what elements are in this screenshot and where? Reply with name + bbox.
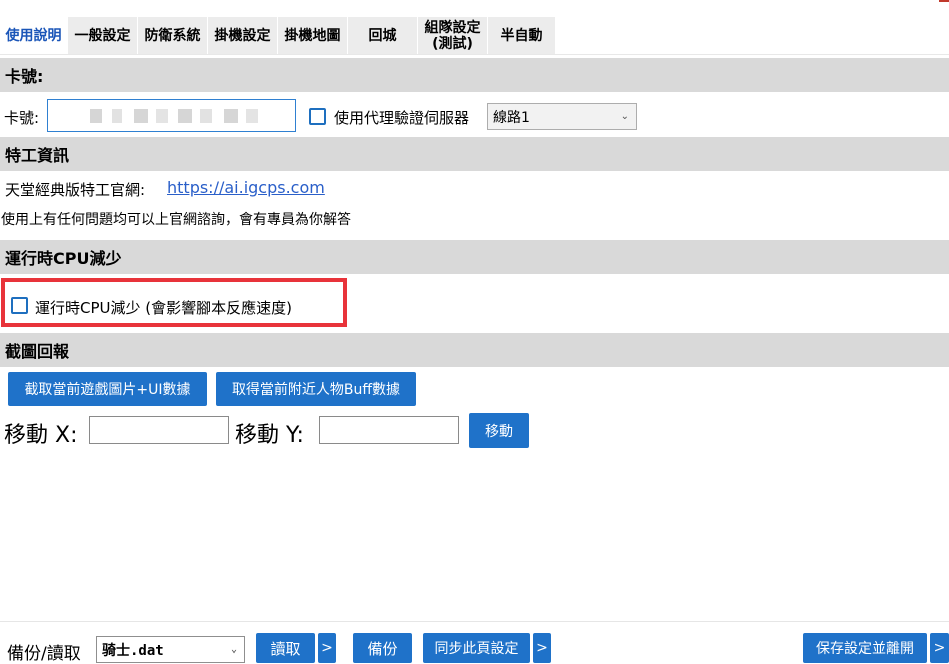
chevron-down-icon: ⌄	[230, 643, 237, 655]
masked-text	[112, 109, 122, 123]
masked-text	[134, 109, 148, 123]
sync-more-button[interactable]: >	[533, 633, 551, 663]
tab-afk-settings[interactable]: 掛機設定	[208, 17, 278, 54]
read-more-button[interactable]: >	[318, 633, 336, 663]
window-edge-mark	[939, 0, 949, 2]
read-button[interactable]: 讀取	[256, 633, 315, 663]
sync-page-settings-button[interactable]: 同步此頁設定	[423, 633, 530, 663]
masked-text	[224, 109, 238, 123]
route-select-value: 線路1	[493, 109, 530, 126]
chevron-down-icon: ⌄	[620, 110, 629, 122]
move-y-label: 移動 Y:	[235, 423, 304, 448]
official-site-label: 天堂經典版特工官網:	[5, 181, 146, 199]
move-x-label: 移動 X:	[4, 423, 78, 448]
config-file-select[interactable]: 骑士.dat ⌄	[96, 636, 245, 663]
capture-screen-button[interactable]: 截取當前遊戲圖片+UI數據	[8, 372, 207, 406]
save-more-button[interactable]: >	[930, 633, 949, 663]
save-and-exit-button[interactable]: 保存設定並離開	[803, 633, 927, 663]
official-site-link[interactable]: https://ai.igcps.com	[167, 178, 325, 197]
get-buff-data-button[interactable]: 取得當前附近人物Buff數據	[216, 372, 416, 406]
move-y-input[interactable]	[319, 416, 459, 444]
route-select[interactable]: 線路1 ⌄	[487, 103, 637, 130]
masked-text	[178, 109, 192, 123]
tab-defense-system[interactable]: 防衛系統	[138, 17, 208, 54]
proxy-checkbox[interactable]	[309, 108, 326, 125]
tab-general-settings[interactable]: 一般設定	[68, 17, 138, 54]
section-header-agent-info: 特工資訊	[0, 137, 949, 171]
backup-read-label: 備份/讀取	[7, 644, 81, 664]
tab-afk-map[interactable]: 掛機地圖	[278, 17, 348, 54]
masked-text	[90, 109, 102, 123]
move-x-input[interactable]	[89, 416, 229, 444]
section-header-cpu: 運行時CPU減少	[0, 240, 949, 274]
card-number-input[interactable]	[47, 99, 296, 132]
cpu-reduce-checkbox[interactable]	[11, 297, 28, 314]
backup-button[interactable]: 備份	[353, 633, 412, 663]
cpu-reduce-label: 運行時CPU減少 (會影響腳本反應速度)	[35, 299, 292, 317]
section-header-screenshot: 截圖回報	[0, 333, 949, 367]
tab-return-town[interactable]: 回城	[348, 17, 418, 54]
tab-usage[interactable]: 使用說明	[0, 17, 68, 54]
tab-bar: 使用說明 一般設定 防衛系統 掛機設定 掛機地圖 回城 組隊設定 (測試) 半自…	[0, 0, 949, 55]
tab-party-settings[interactable]: 組隊設定 (測試)	[418, 17, 488, 54]
proxy-label: 使用代理驗證伺服器	[334, 109, 470, 127]
bottom-divider	[0, 621, 949, 622]
config-file-value: 骑士.dat	[102, 642, 164, 659]
masked-text	[246, 109, 258, 123]
masked-text	[200, 109, 212, 123]
card-label: 卡號:	[4, 109, 40, 127]
move-button[interactable]: 移動	[469, 413, 529, 448]
section-header-card: 卡號:	[0, 58, 949, 92]
support-note: 使用上有任何問題均可以上官網諮詢，會有專員為你解答	[1, 212, 351, 228]
tab-semi-auto[interactable]: 半自動	[488, 17, 556, 54]
masked-text	[156, 109, 168, 123]
